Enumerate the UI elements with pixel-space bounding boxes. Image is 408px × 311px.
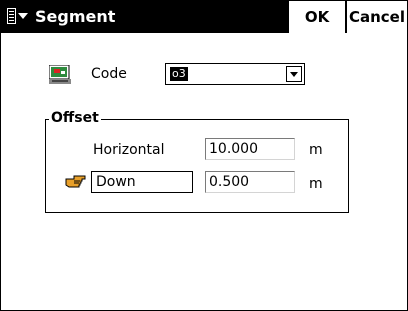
vertical-unit: m — [309, 176, 323, 192]
window-title: Segment — [35, 7, 116, 26]
segment-dialog: Segment OK Cancel Code o3 Offset Horizon… — [0, 0, 408, 311]
code-label: Code — [91, 66, 127, 82]
horizontal-unit: m — [309, 142, 323, 158]
cancel-button[interactable]: Cancel — [347, 1, 407, 33]
vertical-mode-button[interactable]: Down — [91, 171, 193, 193]
code-icon — [48, 64, 73, 85]
pointing-hand-icon — [65, 173, 87, 191]
horizontal-label: Horizontal — [93, 142, 165, 158]
title-bar: Segment OK Cancel — [1, 1, 407, 33]
menu-icon — [7, 8, 28, 24]
offset-group-title: Offset — [49, 109, 101, 127]
start-menu-button[interactable] — [5, 6, 31, 28]
code-value: o3 — [170, 67, 188, 81]
ok-button[interactable]: OK — [289, 1, 345, 33]
offset-group — [45, 119, 349, 213]
code-select[interactable]: o3 — [165, 63, 305, 85]
chevron-down-icon[interactable] — [286, 66, 302, 82]
horizontal-input[interactable]: 10.000 — [205, 138, 295, 160]
vertical-input[interactable]: 0.500 — [205, 171, 295, 193]
